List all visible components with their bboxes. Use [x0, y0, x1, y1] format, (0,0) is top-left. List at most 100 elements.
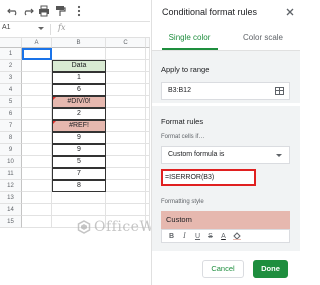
range-input[interactable]: B3:B12: [161, 82, 290, 100]
formula-input[interactable]: =ISERROR(B3): [161, 169, 256, 186]
undo-icon[interactable]: [6, 4, 19, 17]
cell[interactable]: [22, 60, 52, 72]
data-cell[interactable]: 2: [52, 108, 106, 120]
cell[interactable]: [22, 168, 52, 180]
cell[interactable]: [106, 204, 146, 216]
row-header[interactable]: 12: [0, 180, 22, 192]
data-cell[interactable]: 5: [52, 156, 106, 168]
data-cell[interactable]: 9: [52, 132, 106, 144]
cell[interactable]: [22, 108, 52, 120]
print-icon[interactable]: [37, 4, 50, 17]
column-header-a[interactable]: A: [22, 38, 52, 48]
cell[interactable]: [22, 156, 52, 168]
cell[interactable]: [52, 204, 106, 216]
cell[interactable]: [146, 120, 150, 132]
row-header[interactable]: 13: [0, 192, 22, 204]
row-header[interactable]: 2: [0, 60, 22, 72]
strikethrough-button[interactable]: S: [207, 233, 214, 240]
more-icon[interactable]: [72, 4, 85, 17]
cell[interactable]: [52, 192, 106, 204]
row-header[interactable]: 15: [0, 216, 22, 228]
error-cell[interactable]: #DIV/0!: [52, 96, 106, 108]
text-color-button[interactable]: A: [220, 233, 227, 240]
data-cell[interactable]: 7: [52, 168, 106, 180]
cell[interactable]: [22, 120, 52, 132]
italic-button[interactable]: I: [181, 232, 188, 240]
corner-header[interactable]: [0, 38, 22, 48]
data-cell[interactable]: 8: [52, 180, 106, 192]
chevron-down-icon[interactable]: [38, 27, 44, 30]
cell[interactable]: [22, 180, 52, 192]
redo-icon[interactable]: [21, 4, 34, 17]
row-header[interactable]: 7: [0, 120, 22, 132]
cell[interactable]: [146, 60, 150, 72]
column-header-d[interactable]: [146, 38, 150, 48]
done-button[interactable]: Done: [253, 260, 288, 278]
cell[interactable]: [106, 120, 146, 132]
data-cell[interactable]: 1: [52, 72, 106, 84]
row-header[interactable]: 10: [0, 156, 22, 168]
cell[interactable]: [106, 192, 146, 204]
row-header[interactable]: 9: [0, 144, 22, 156]
row-header[interactable]: 3: [0, 72, 22, 84]
data-cell[interactable]: 9: [52, 144, 106, 156]
tab-color-scale[interactable]: Color scale: [227, 33, 299, 42]
row-header[interactable]: 4: [0, 84, 22, 96]
column-header-c[interactable]: C: [106, 38, 146, 48]
column-header-b[interactable]: B: [52, 38, 106, 48]
cell[interactable]: [106, 60, 146, 72]
grid-select-icon[interactable]: [275, 87, 284, 95]
cell[interactable]: [146, 180, 150, 192]
cell[interactable]: [22, 216, 52, 228]
data-cell[interactable]: 6: [52, 84, 106, 96]
style-preview[interactable]: Custom: [161, 211, 290, 229]
cell[interactable]: [106, 72, 146, 84]
paint-format-icon[interactable]: [53, 4, 66, 17]
cell[interactable]: [106, 84, 146, 96]
row-header[interactable]: 8: [0, 132, 22, 144]
cell[interactable]: [22, 84, 52, 96]
cell[interactable]: [146, 72, 150, 84]
cell[interactable]: [106, 48, 146, 60]
cancel-button[interactable]: Cancel: [202, 260, 244, 278]
cell[interactable]: [22, 132, 52, 144]
condition-dropdown[interactable]: Custom formula is: [161, 146, 290, 164]
name-box[interactable]: A1: [2, 24, 11, 31]
cell[interactable]: [22, 192, 52, 204]
cell[interactable]: [22, 144, 52, 156]
cell[interactable]: [146, 108, 150, 120]
cell[interactable]: [146, 156, 150, 168]
cell[interactable]: [146, 192, 150, 204]
cell[interactable]: [106, 144, 146, 156]
error-cell[interactable]: #REF!: [52, 120, 106, 132]
cell[interactable]: [146, 96, 150, 108]
cell[interactable]: [146, 132, 150, 144]
cell[interactable]: [146, 48, 150, 60]
selected-cell[interactable]: [22, 48, 52, 60]
row-header[interactable]: 5: [0, 96, 22, 108]
bold-button[interactable]: B: [168, 233, 175, 240]
cell[interactable]: [106, 132, 146, 144]
data-header-cell[interactable]: Data: [52, 60, 106, 72]
cell[interactable]: [106, 156, 146, 168]
cell[interactable]: [146, 168, 150, 180]
row-header[interactable]: 6: [0, 108, 22, 120]
fill-color-icon[interactable]: [233, 232, 241, 240]
sheet-grid[interactable]: A B C 1 2 Data 3 1 4 6 5 #DIV/0! 6 2 7 #REF! 8 9 9 9 10 5 1…: [0, 38, 150, 285]
cell[interactable]: [146, 144, 150, 156]
row-header[interactable]: 14: [0, 204, 22, 216]
row-header[interactable]: 11: [0, 168, 22, 180]
cell[interactable]: [106, 168, 146, 180]
cell[interactable]: [106, 108, 146, 120]
cell[interactable]: [106, 180, 146, 192]
cell[interactable]: [146, 204, 150, 216]
chevron-down-icon[interactable]: [276, 154, 282, 157]
cell[interactable]: [106, 96, 146, 108]
cell[interactable]: [22, 72, 52, 84]
cell[interactable]: [22, 204, 52, 216]
tab-single-color[interactable]: Single color: [152, 33, 227, 42]
close-icon[interactable]: [285, 7, 295, 17]
cell[interactable]: [22, 96, 52, 108]
cell[interactable]: [146, 84, 150, 96]
cell[interactable]: [52, 48, 106, 60]
